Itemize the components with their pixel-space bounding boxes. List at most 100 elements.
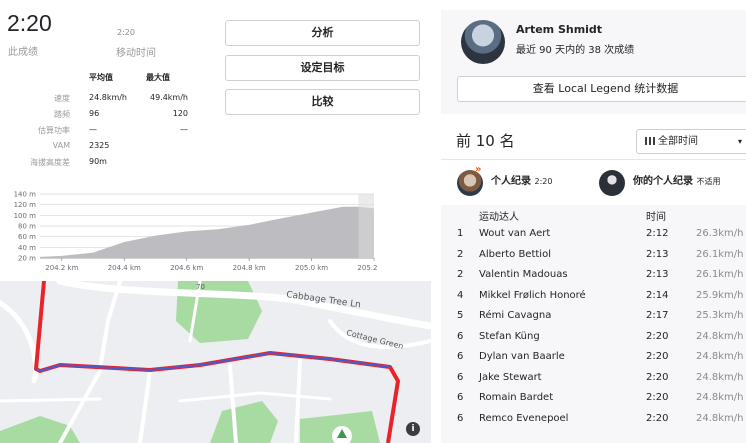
rank-cell: 6 <box>457 412 464 424</box>
athlete-link[interactable]: Wout van Aert <box>479 228 550 239</box>
rank-cell: 6 <box>457 392 464 403</box>
time-cell: 2:20 <box>646 351 669 362</box>
time-cell: 2:14 <box>646 289 669 301</box>
table-row[interactable]: 6 Romain Bardet 2:20 24.8km/h <box>441 388 746 409</box>
athlete-effort-count: 最近 90 天内的 38 次成绩 <box>516 45 635 56</box>
table-row[interactable]: 6 Dylan van Baarle 2:20 24.8km/h <box>441 347 746 368</box>
elevation-x-tick: 204.6 km <box>170 264 203 272</box>
athlete-link[interactable]: Rémi Cavagna <box>479 310 551 321</box>
time-cell: 2:17 <box>646 310 669 321</box>
stats-row-power: 估算功率 — — <box>0 125 200 141</box>
elevation-chart: 140 m 120 m 100 m 80 m 60 m 40 m 20 m 204.2 km… <box>14 191 380 273</box>
time-cell: 2:20 <box>646 371 669 383</box>
athlete-link[interactable]: Alberto Bettiol <box>479 249 551 260</box>
elevation-highlight <box>358 194 374 258</box>
athlete-link[interactable]: Dylan van Baarle <box>479 351 565 362</box>
personal-record-strip: » 个人纪录 2:20 你的个人纪录 不适用 <box>441 159 746 205</box>
stat-label: 估算功率 <box>38 126 70 135</box>
time-filter-label: 全部时间 <box>658 136 698 147</box>
bar-chart-icon <box>645 137 655 145</box>
street-label: 70 <box>196 283 205 291</box>
local-legend-stats-button[interactable]: 查看 Local Legend 统计数据 <box>457 76 746 102</box>
local-legend-card: Artem Shmidt 最近 90 天内的 38 次成绩 查看 Local L… <box>441 10 746 114</box>
table-row[interactable]: 4 Mikkel Frølich Honoré 2:14 25.9km/h <box>441 286 746 307</box>
your-pr-value: 不适用 <box>696 177 721 186</box>
athlete-avatar[interactable] <box>461 20 505 64</box>
pr-label: 个人纪录 2:20 <box>491 172 552 187</box>
rank-cell: 6 <box>457 371 464 383</box>
info-icon[interactable]: i <box>406 422 420 436</box>
table-row[interactable]: 2 Valentin Madouas 2:13 26.1km/h <box>441 265 746 286</box>
athlete-link[interactable]: Jake Stewart <box>479 372 542 383</box>
stats-row-cadence: 踏频 96 120 <box>0 109 200 125</box>
leaderboard-table: 运动达人 时间 1 Wout van Aert 2:12 26.3km/h 2 Alber… <box>441 205 746 443</box>
elevation-profile-area <box>40 206 374 258</box>
rank-cell: 6 <box>457 330 464 342</box>
user-avatar <box>599 170 625 196</box>
rank-cell: 5 <box>457 310 464 321</box>
stat-label: 海拔高度差 <box>30 158 70 167</box>
pr-badge-icon: » <box>475 164 482 175</box>
time-cell: 2:12 <box>646 228 669 239</box>
stat-avg: — <box>89 125 97 134</box>
col-athlete-header: 运动达人 <box>479 212 519 223</box>
elapsed-label: 此成绩 <box>8 47 38 58</box>
stat-avg: 96 <box>89 109 100 118</box>
elevation-x-tick: 205.0 km <box>295 264 328 272</box>
compare-button[interactable]: 比较 <box>225 89 420 115</box>
stat-max: 120 <box>172 109 188 118</box>
stat-max: 49.4km/h <box>149 93 188 102</box>
speed-cell: 25.9km/h <box>696 289 744 301</box>
athlete-link[interactable]: Romain Bardet <box>479 392 553 403</box>
elevation-y-tick: 80 m <box>18 223 36 231</box>
table-row[interactable]: 6 Stefan Küng 2:20 24.8km/h <box>441 327 746 348</box>
elevation-y-tick: 40 m <box>18 244 36 252</box>
athlete-link[interactable]: Mikkel Frølich Honoré <box>479 290 586 301</box>
stats-row-elevation: 海拔高度差 90m <box>0 157 200 173</box>
time-cell: 2:13 <box>646 269 669 280</box>
elevation-x-tick: 204.4 km <box>108 264 141 272</box>
analyze-button[interactable]: 分析 <box>225 20 420 46</box>
col-time-header: 时间 <box>646 212 666 223</box>
table-row[interactable]: 2 Alberto Bettiol 2:13 26.1km/h <box>441 245 746 266</box>
rank-cell: 1 <box>457 228 464 239</box>
time-cell: 2:20 <box>646 330 669 342</box>
elevation-y-tick: 20 m <box>18 255 36 263</box>
athlete-name[interactable]: Artem Shmidt <box>516 23 602 36</box>
stat-avg: 2325 <box>89 141 110 150</box>
time-filter-select[interactable]: 全部时间 ▾ <box>636 129 746 154</box>
speed-cell: 26.1km/h <box>696 248 744 260</box>
table-row[interactable]: 6 Jake Stewart 2:20 24.8km/h <box>441 368 746 389</box>
your-pr-label: 你的个人纪录 不适用 <box>633 172 720 187</box>
speed-cell: 24.8km/h <box>696 392 744 403</box>
moving-label: 移动时间 <box>116 48 156 59</box>
speed-cell: 24.8km/h <box>696 351 744 362</box>
stat-max: — <box>180 125 188 134</box>
elevation-x-tick: 204.8 km <box>233 264 266 272</box>
stat-label: 速度 <box>54 94 70 103</box>
pr-label-text: 个人纪录 <box>491 176 531 187</box>
athlete-link[interactable]: Valentin Madouas <box>479 269 568 280</box>
rank-cell: 4 <box>457 289 464 301</box>
segment-map[interactable]: Cabbage Tree Ln Cottage Green 70 i <box>0 281 431 443</box>
table-row[interactable]: 6 Remco Evenepoel 2:20 24.8km/h <box>441 409 746 430</box>
table-row[interactable]: 1 Wout van Aert 2:12 26.3km/h <box>441 224 746 245</box>
athlete-link[interactable]: Stefan Küng <box>479 331 540 342</box>
rank-cell: 2 <box>457 248 464 260</box>
athlete-link[interactable]: Remco Evenepoel <box>479 413 568 424</box>
speed-cell: 24.8km/h <box>696 412 744 424</box>
elevation-y-tick: 140 m <box>14 191 37 199</box>
elevation-y-tick: 60 m <box>18 233 36 241</box>
your-pr-label-text: 你的个人纪录 <box>633 176 693 187</box>
stats-row-speed: 速度 24.8km/h 49.4km/h <box>0 93 200 109</box>
speed-cell: 24.8km/h <box>696 371 744 383</box>
time-cell: 2:13 <box>646 248 669 260</box>
elevation-x-tick: 205.2 km <box>357 264 380 272</box>
time-cell: 2:20 <box>646 412 669 424</box>
speed-cell: 25.3km/h <box>696 310 744 321</box>
stat-label: 踏频 <box>54 110 70 119</box>
set-goal-button[interactable]: 设定目标 <box>225 55 420 81</box>
table-row[interactable]: 5 Rémi Cavagna 2:17 25.3km/h <box>441 306 746 327</box>
rank-cell: 2 <box>457 269 464 280</box>
map-canvas: Cabbage Tree Ln Cottage Green 70 <box>0 281 431 443</box>
